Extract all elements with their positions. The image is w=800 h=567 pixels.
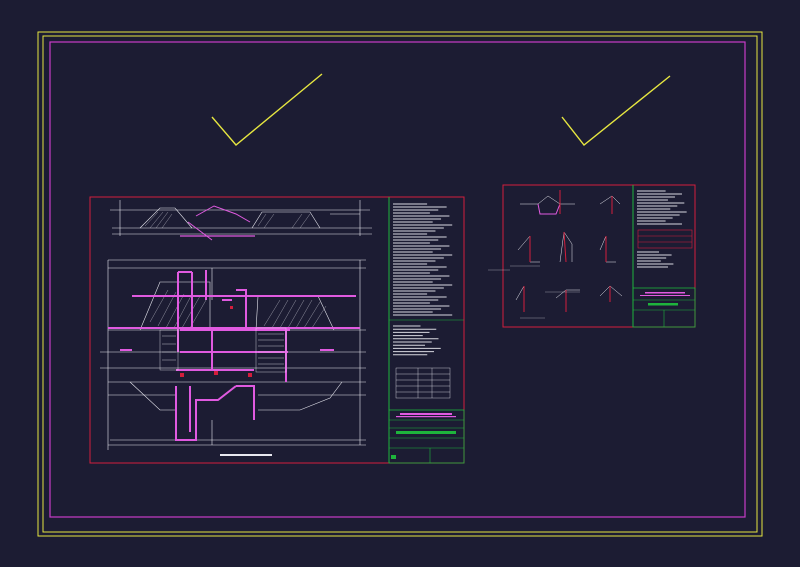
cad-canvas[interactable] [0,0,800,567]
checkmark-right-icon[interactable] [561,75,671,146]
plan-structure-magenta [108,270,360,441]
main-notes-text [393,203,453,356]
inner-yellow-frame [42,35,758,533]
checkmark-left-icon[interactable] [211,73,323,146]
detail-title-block [632,287,696,328]
main-cross-section [110,200,372,241]
outer-frames [37,31,763,537]
main-drawing-sheet[interactable] [89,196,465,464]
main-plan-view [100,259,366,450]
main-legend-table [395,367,451,399]
detail-drawing-sheet[interactable] [488,184,696,328]
main-title-block [388,409,465,464]
cross-section-hatching [144,211,311,229]
detail-notes-text [637,190,687,268]
detail-sections [515,190,623,312]
outer-yellow-frame [37,31,763,537]
cad-model-space[interactable] [0,0,800,567]
detail-red-table [637,229,693,249]
plan-red-markers [180,306,252,377]
